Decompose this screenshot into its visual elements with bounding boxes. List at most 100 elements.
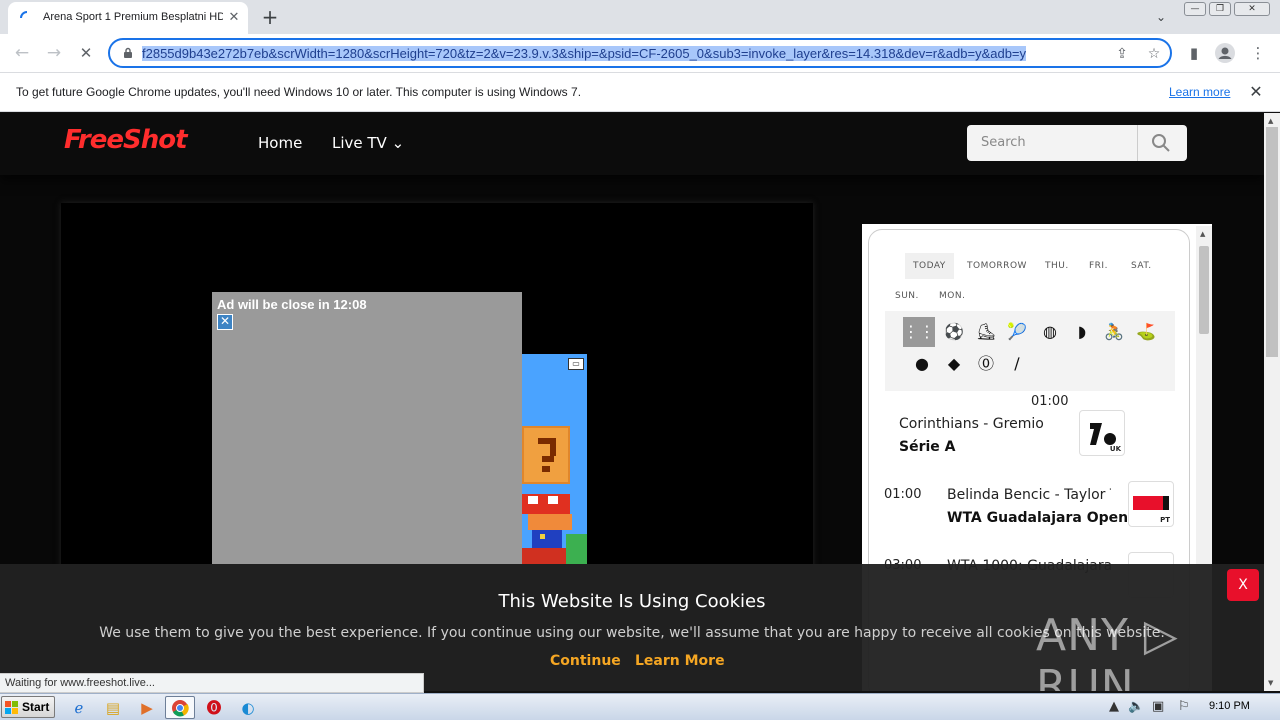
- windows-flag-icon: [5, 701, 18, 714]
- more-menu-icon[interactable]: ⋮: [1247, 42, 1269, 64]
- ad-info-icon[interactable]: ▭: [568, 358, 584, 370]
- tennis-icon[interactable]: 🎾: [1006, 321, 1028, 343]
- ad-countdown: Ad will be close in 12:08: [217, 297, 367, 312]
- ad-close-icon[interactable]: ✕: [217, 314, 233, 330]
- match-time: 01:00: [884, 487, 922, 502]
- lock-icon: [124, 47, 132, 58]
- stop-loading-icon[interactable]: ✕: [75, 42, 97, 64]
- cycling-icon[interactable]: 🚴: [1103, 321, 1125, 343]
- day-tab-sun[interactable]: SUN.: [895, 291, 919, 301]
- boxing-icon[interactable]: ●: [911, 353, 933, 375]
- bookmark-star-icon[interactable]: ☆: [1144, 44, 1164, 64]
- match-league: Série A: [899, 439, 956, 455]
- volume-icon[interactable]: 🔈: [1128, 699, 1144, 714]
- loading-spinner-icon: [20, 11, 28, 19]
- browser-toolbar: ← → ✕ f2855d9b43e272b7eb&scrWidth=1280&s…: [0, 34, 1280, 72]
- site-header: FreeShot Home Live TV ⌄ Search: [0, 113, 1264, 175]
- infobar-learn-more-link[interactable]: Learn more: [1169, 85, 1230, 99]
- motorsport-icon[interactable]: ⓪: [975, 353, 997, 375]
- infobar-message: To get future Google Chrome updates, you…: [16, 85, 582, 99]
- folder-icon[interactable]: ▤: [102, 697, 124, 719]
- window-close-button[interactable]: ✕: [1234, 2, 1270, 16]
- scroll-up-icon[interactable]: ▲: [1200, 230, 1205, 238]
- tab-close-icon[interactable]: ✕: [226, 10, 242, 26]
- match-league: WTA Guadalajara Open: [947, 510, 1129, 526]
- start-label: Start: [22, 700, 50, 714]
- match-title[interactable]: Belinda Bencic - Taylor Townsend: [947, 487, 1111, 503]
- scrollbar-thumb[interactable]: [1266, 127, 1278, 357]
- day-tab-tomorrow[interactable]: TOMORROW: [967, 261, 1027, 271]
- day-tab-fri[interactable]: FRI.: [1089, 261, 1108, 271]
- tab-strip: Arena Sport 1 Premium Besplatni HD ✕ + ⌄…: [0, 0, 1280, 34]
- day-tab-thu[interactable]: THU.: [1045, 261, 1069, 271]
- start-button[interactable]: Start: [1, 696, 55, 718]
- tab-search-icon[interactable]: ⌄: [1152, 8, 1170, 26]
- pixel-art-image: [522, 426, 587, 564]
- action-center-flag-icon[interactable]: ⚐: [1178, 699, 1190, 714]
- status-text: Waiting for www.freeshot.live...: [5, 677, 155, 689]
- rugby-icon[interactable]: ◗: [1071, 321, 1093, 343]
- scroll-down-icon[interactable]: ▼: [1268, 679, 1273, 687]
- security-app-icon[interactable]: ⓿: [203, 697, 225, 719]
- site-search[interactable]: Search: [967, 125, 1187, 161]
- golf-icon[interactable]: ⛳: [1135, 321, 1157, 343]
- url-text[interactable]: f2855d9b43e272b7eb&scrWidth=1280&scrHeig…: [142, 45, 1104, 62]
- soccer-icon[interactable]: ⚽: [943, 321, 965, 343]
- address-bar[interactable]: f2855d9b43e272b7eb&scrWidth=1280&scrHeig…: [108, 38, 1172, 68]
- channel-logo[interactable]: PT: [1128, 481, 1174, 527]
- day-tab-sat[interactable]: SAT.: [1131, 261, 1152, 271]
- match-title[interactable]: Corinthians - Gremio: [899, 416, 1069, 432]
- side-panel-icon[interactable]: ▮: [1183, 42, 1205, 64]
- cookie-title: This Website Is Using Cookies: [498, 591, 766, 612]
- match-time: 01:00: [1031, 394, 1069, 409]
- tab-title: Arena Sport 1 Premium Besplatni HD: [43, 11, 223, 23]
- day-tab-mon[interactable]: MON.: [939, 291, 965, 301]
- forward-arrow-icon[interactable]: →: [43, 42, 65, 64]
- network-icon[interactable]: ▣: [1152, 699, 1164, 714]
- search-input[interactable]: Search: [981, 135, 1026, 150]
- channel-country: UK: [1109, 445, 1121, 453]
- search-divider: [1137, 125, 1138, 161]
- mma-glove-icon[interactable]: ◆: [943, 353, 965, 375]
- cookie-close-button[interactable]: X: [1227, 569, 1259, 601]
- tray-arrow-icon[interactable]: ▲: [1109, 699, 1119, 714]
- media-player-icon[interactable]: ▶: [136, 697, 158, 719]
- channel-country: PT: [1160, 516, 1170, 524]
- profile-avatar-icon[interactable]: [1214, 42, 1236, 64]
- edge-icon[interactable]: ◐: [237, 697, 259, 719]
- scroll-up-icon[interactable]: ▲: [1268, 117, 1273, 125]
- sport-filter-bar: ⋮⋮ ⚽ ⛸ 🎾 ◍ ◗ 🚴 ⛳ ● ◆ ⓪ ∕: [885, 311, 1175, 391]
- nav-home[interactable]: Home: [258, 134, 302, 152]
- channel-logo[interactable]: UK: [1079, 410, 1125, 456]
- back-arrow-icon[interactable]: ←: [11, 42, 33, 64]
- search-icon[interactable]: [1151, 133, 1171, 153]
- taskbar-clock[interactable]: 9:10 PM: [1209, 700, 1250, 712]
- infobar-close-icon[interactable]: ✕: [1246, 82, 1266, 102]
- browser-tab[interactable]: Arena Sport 1 Premium Besplatni HD ✕: [8, 2, 248, 34]
- ad-game-banner[interactable]: ▭: [522, 354, 587, 564]
- billiards-icon[interactable]: ∕: [1006, 353, 1028, 375]
- web-page: FreeShot Home Live TV ⌄ Search Ad will b…: [0, 113, 1264, 691]
- volleyball-icon[interactable]: ◍: [1039, 321, 1061, 343]
- all-sports-icon[interactable]: ⋮⋮: [903, 317, 935, 347]
- cookie-learn-more-link[interactable]: Learn More: [635, 653, 725, 669]
- scrollbar-thumb[interactable]: [1199, 246, 1209, 334]
- new-tab-button[interactable]: +: [259, 6, 281, 28]
- ad-overlay[interactable]: Ad will be close in 12:08 ✕: [212, 292, 522, 564]
- anyrun-watermark: ANY ▷ RUN: [1036, 610, 1179, 691]
- minimize-button[interactable]: —: [1184, 2, 1206, 16]
- site-logo[interactable]: FreeShot: [64, 125, 188, 155]
- ie-icon[interactable]: ℯ: [68, 697, 90, 719]
- hockey-icon[interactable]: ⛸: [975, 321, 997, 343]
- nav-live-tv[interactable]: Live TV ⌄: [332, 134, 404, 152]
- day-tab-today[interactable]: TODAY: [905, 253, 954, 279]
- cookie-continue-button[interactable]: Continue: [550, 653, 621, 669]
- cookie-banner: This Website Is Using Cookies We use the…: [0, 564, 1264, 691]
- windows-taskbar: Start ℯ ▤ ▶ ⓿ ◐ ▲ 🔈 ▣ ⚐ 9:10 PM: [0, 693, 1280, 720]
- page-scrollbar[interactable]: ▲ ▼: [1264, 113, 1280, 691]
- restore-button[interactable]: ❐: [1209, 2, 1231, 16]
- update-infobar: To get future Google Chrome updates, you…: [0, 72, 1280, 112]
- share-icon[interactable]: ⇪: [1112, 44, 1132, 64]
- chrome-icon[interactable]: [165, 696, 195, 719]
- status-bubble: Waiting for www.freeshot.live...: [0, 673, 424, 693]
